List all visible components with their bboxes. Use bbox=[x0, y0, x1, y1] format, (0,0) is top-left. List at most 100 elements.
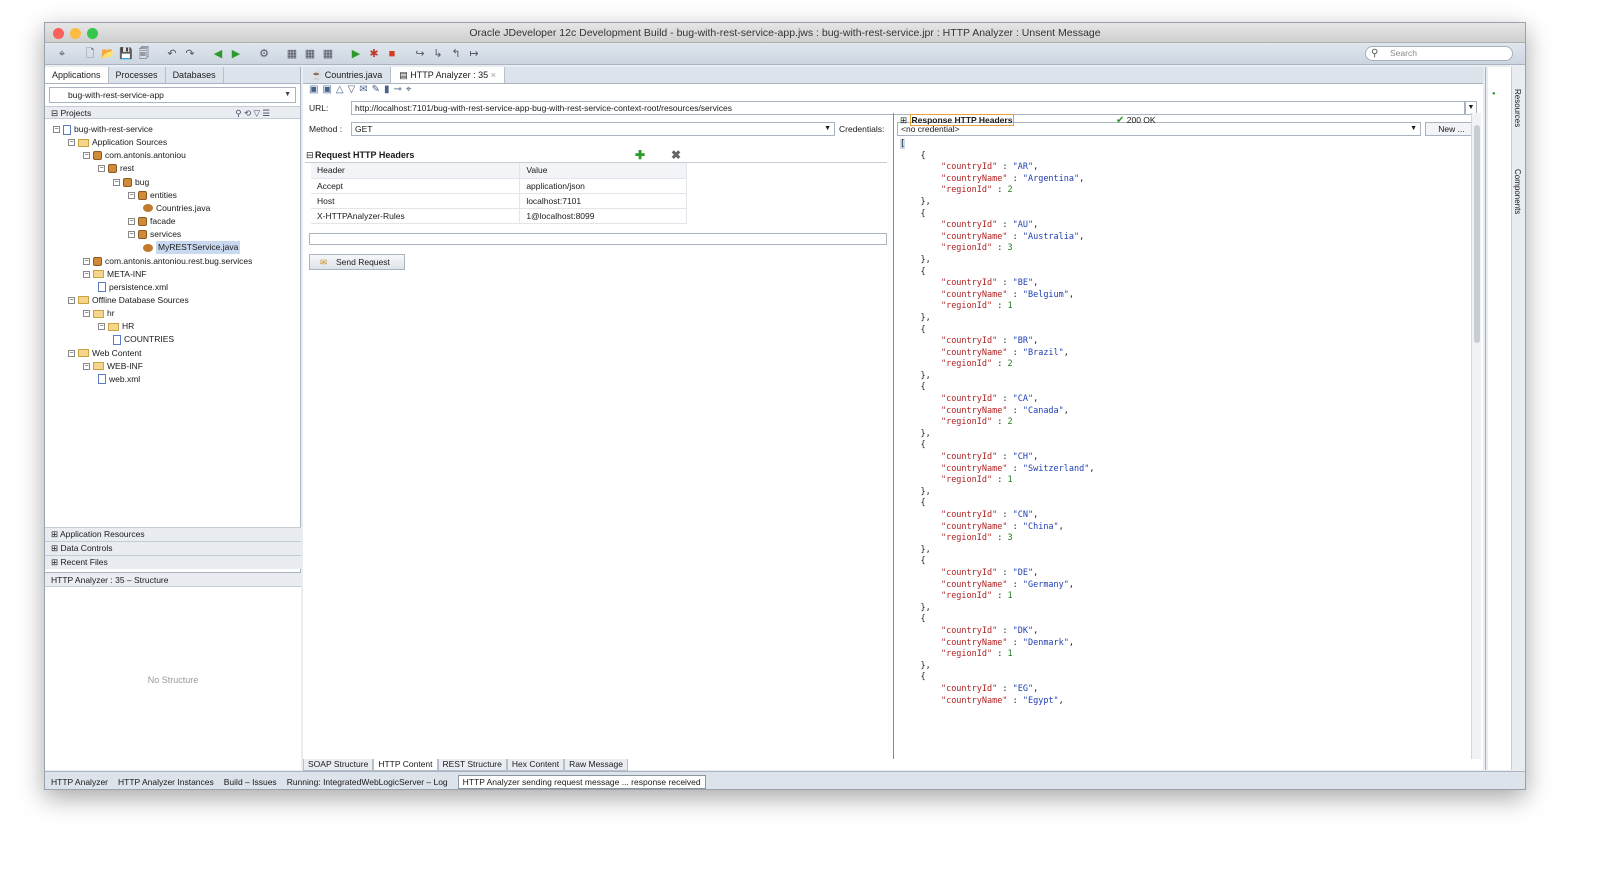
table-row[interactable]: Accept application/json bbox=[311, 178, 687, 194]
tab-http-analyzer[interactable]: ▤ HTTP Analyzer : 35 × bbox=[391, 67, 505, 83]
accordion-application-resources[interactable]: ⊞ Application Resources bbox=[45, 527, 301, 541]
tab-rest-structure[interactable]: REST Structure bbox=[437, 759, 507, 771]
tree-node[interactable]: − Application Sources bbox=[68, 136, 167, 149]
clean-icon[interactable]: ▦ bbox=[321, 47, 335, 61]
tab-http-content[interactable]: HTTP Content bbox=[373, 759, 438, 771]
server-log-status[interactable]: Running: IntegratedWebLogicServer – Log bbox=[287, 777, 448, 787]
save-all-icon[interactable]: 🗐 bbox=[137, 47, 151, 61]
tab-processes[interactable]: Processes bbox=[109, 67, 166, 83]
tab-countries-java[interactable]: ☕ Countries.java bbox=[303, 67, 392, 83]
expand-toggle-icon[interactable]: − bbox=[83, 310, 90, 318]
add-header-icon[interactable]: ✚ bbox=[635, 147, 645, 163]
build-issues-status[interactable]: Build – Issues bbox=[224, 777, 277, 787]
tree-node[interactable]: − HR bbox=[98, 320, 134, 333]
expand-toggle-icon[interactable]: − bbox=[113, 178, 120, 186]
response-headers-header[interactable]: ⊞ Response HTTP Headers bbox=[900, 113, 1015, 127]
send-request-button[interactable]: ✉ Send Request bbox=[309, 254, 405, 270]
deploy-icon[interactable]: ⚙ bbox=[257, 47, 271, 61]
expand-toggle-icon[interactable]: − bbox=[68, 349, 75, 357]
tree-node[interactable]: Countries.java bbox=[143, 202, 210, 215]
json-value: 3 bbox=[1007, 533, 1013, 544]
tab-raw-message[interactable]: Raw Message bbox=[564, 759, 628, 771]
forward-icon[interactable]: ▶ bbox=[229, 47, 243, 61]
expand-toggle-icon[interactable]: − bbox=[83, 270, 90, 278]
new-file-icon[interactable]: 🗋 bbox=[83, 47, 97, 61]
tree-node[interactable]: COUNTRIES bbox=[113, 333, 174, 346]
expand-toggle-icon[interactable]: − bbox=[53, 126, 60, 133]
back-icon[interactable]: ◀ bbox=[211, 47, 225, 61]
tree-node[interactable]: web.xml bbox=[98, 373, 140, 386]
table-row[interactable]: Host localhost:7101 bbox=[311, 193, 687, 209]
step-into-icon[interactable]: ↳ bbox=[431, 47, 445, 61]
json-value: "CN" bbox=[1012, 510, 1034, 520]
method-select[interactable]: GET ▼ bbox=[351, 122, 835, 136]
analyzer-toolbar[interactable]: ▣▣△▽✉✎▮⊸⌖ bbox=[303, 84, 1483, 98]
expand-toggle-icon[interactable]: − bbox=[98, 165, 105, 173]
http-analyzer-instances-status[interactable]: HTTP Analyzer Instances bbox=[118, 777, 214, 787]
tree-node[interactable]: persistence.xml bbox=[98, 281, 168, 294]
step-over-icon[interactable]: ↪ bbox=[413, 47, 427, 61]
tab-databases[interactable]: Databases bbox=[166, 67, 224, 83]
tab-components[interactable]: Components bbox=[1513, 169, 1522, 214]
tree-node[interactable]: − Offline Database Sources bbox=[68, 294, 189, 307]
tree-node[interactable]: − hr bbox=[83, 307, 115, 320]
expand-toggle-icon[interactable]: − bbox=[128, 218, 135, 226]
expand-toggle-icon[interactable]: − bbox=[83, 362, 90, 370]
tab-soap-structure[interactable]: SOAP Structure bbox=[303, 759, 374, 771]
application-selector-value: bug-with-rest-service-app bbox=[68, 90, 164, 100]
tree-node[interactable]: − META-INF bbox=[83, 268, 147, 281]
tree-node[interactable]: − com.antonis.antoniou bbox=[83, 149, 186, 162]
tree-node[interactable]: − rest bbox=[98, 162, 134, 175]
accordion-recent-files[interactable]: ⊞ Recent Files bbox=[45, 555, 301, 569]
tree-node[interactable]: − facade bbox=[128, 215, 176, 228]
minimize-window-button[interactable] bbox=[70, 28, 81, 39]
zoom-window-button[interactable] bbox=[87, 28, 98, 39]
package-icon bbox=[93, 256, 102, 266]
build-icon[interactable]: ▦ bbox=[285, 47, 299, 61]
undo-icon[interactable]: ↶ bbox=[165, 47, 179, 61]
debug-icon[interactable]: ✱ bbox=[367, 47, 381, 61]
scrollbar-thumb[interactable] bbox=[1474, 125, 1480, 343]
request-headers-title: Request HTTP Headers bbox=[315, 150, 415, 160]
expand-toggle-icon[interactable]: − bbox=[98, 323, 105, 331]
close-tab-icon[interactable]: × bbox=[491, 70, 496, 80]
tree-node[interactable]: − bug bbox=[113, 176, 149, 189]
close-window-button[interactable] bbox=[53, 28, 64, 39]
expand-toggle-icon[interactable]: − bbox=[83, 152, 90, 160]
tree-node[interactable]: MyRESTService.java bbox=[143, 241, 241, 255]
http-analyzer-status[interactable]: HTTP Analyzer bbox=[51, 777, 108, 787]
tree-node[interactable]: − services bbox=[128, 228, 181, 241]
expand-toggle-icon[interactable]: − bbox=[128, 231, 135, 239]
json-value: 2 bbox=[1007, 185, 1013, 196]
resume-icon[interactable]: ↦ bbox=[467, 47, 481, 61]
response-scrollbar[interactable] bbox=[1471, 113, 1481, 759]
stop-icon[interactable]: ■ bbox=[385, 47, 399, 61]
redo-icon[interactable]: ↷ bbox=[183, 47, 197, 61]
expand-toggle-icon[interactable]: − bbox=[83, 257, 90, 265]
search-input[interactable]: ⚲ Search bbox=[1365, 46, 1513, 61]
step-out-icon[interactable]: ↰ bbox=[449, 47, 463, 61]
tree-node[interactable]: − Web Content bbox=[68, 347, 141, 360]
expand-toggle-icon[interactable]: − bbox=[68, 296, 75, 304]
tree-node[interactable]: − entities bbox=[128, 189, 177, 202]
tree-node[interactable]: − com.antonis.antoniou.rest.bug.services bbox=[83, 255, 252, 268]
run-icon[interactable]: ▶ bbox=[349, 47, 363, 61]
expand-toggle-icon[interactable]: − bbox=[128, 191, 135, 199]
projects-header[interactable]: ⊟ Projects ⚲ ⟲ ▽ ☰ bbox=[45, 106, 300, 119]
remove-header-icon[interactable]: ✖ bbox=[671, 147, 681, 163]
rebuild-icon[interactable]: ▦ bbox=[303, 47, 317, 61]
table-row[interactable]: X-HTTPAnalyzer-Rules 1@localhost:8099 bbox=[311, 208, 687, 224]
expand-toggle-icon[interactable]: − bbox=[68, 139, 75, 147]
save-icon[interactable]: 💾 bbox=[119, 47, 133, 61]
accordion-data-controls[interactable]: ⊞ Data Controls bbox=[45, 541, 301, 555]
tab-hex-content[interactable]: Hex Content bbox=[506, 759, 565, 771]
tree-node[interactable]: − WEB-INF bbox=[83, 360, 143, 373]
tab-applications[interactable]: Applications bbox=[45, 67, 109, 83]
application-selector[interactable]: bug-with-rest-service-app ▼ bbox=[49, 87, 296, 103]
request-body-input[interactable] bbox=[309, 233, 887, 245]
open-folder-icon[interactable]: 📂 bbox=[101, 47, 115, 61]
collapse-icon[interactable]: ⊟ bbox=[306, 147, 314, 163]
tab-resources[interactable]: Resources bbox=[1513, 89, 1522, 127]
binoculars-icon[interactable]: ⌖ bbox=[55, 47, 69, 61]
tree-node[interactable]: − bug-with-rest-service bbox=[53, 123, 153, 136]
